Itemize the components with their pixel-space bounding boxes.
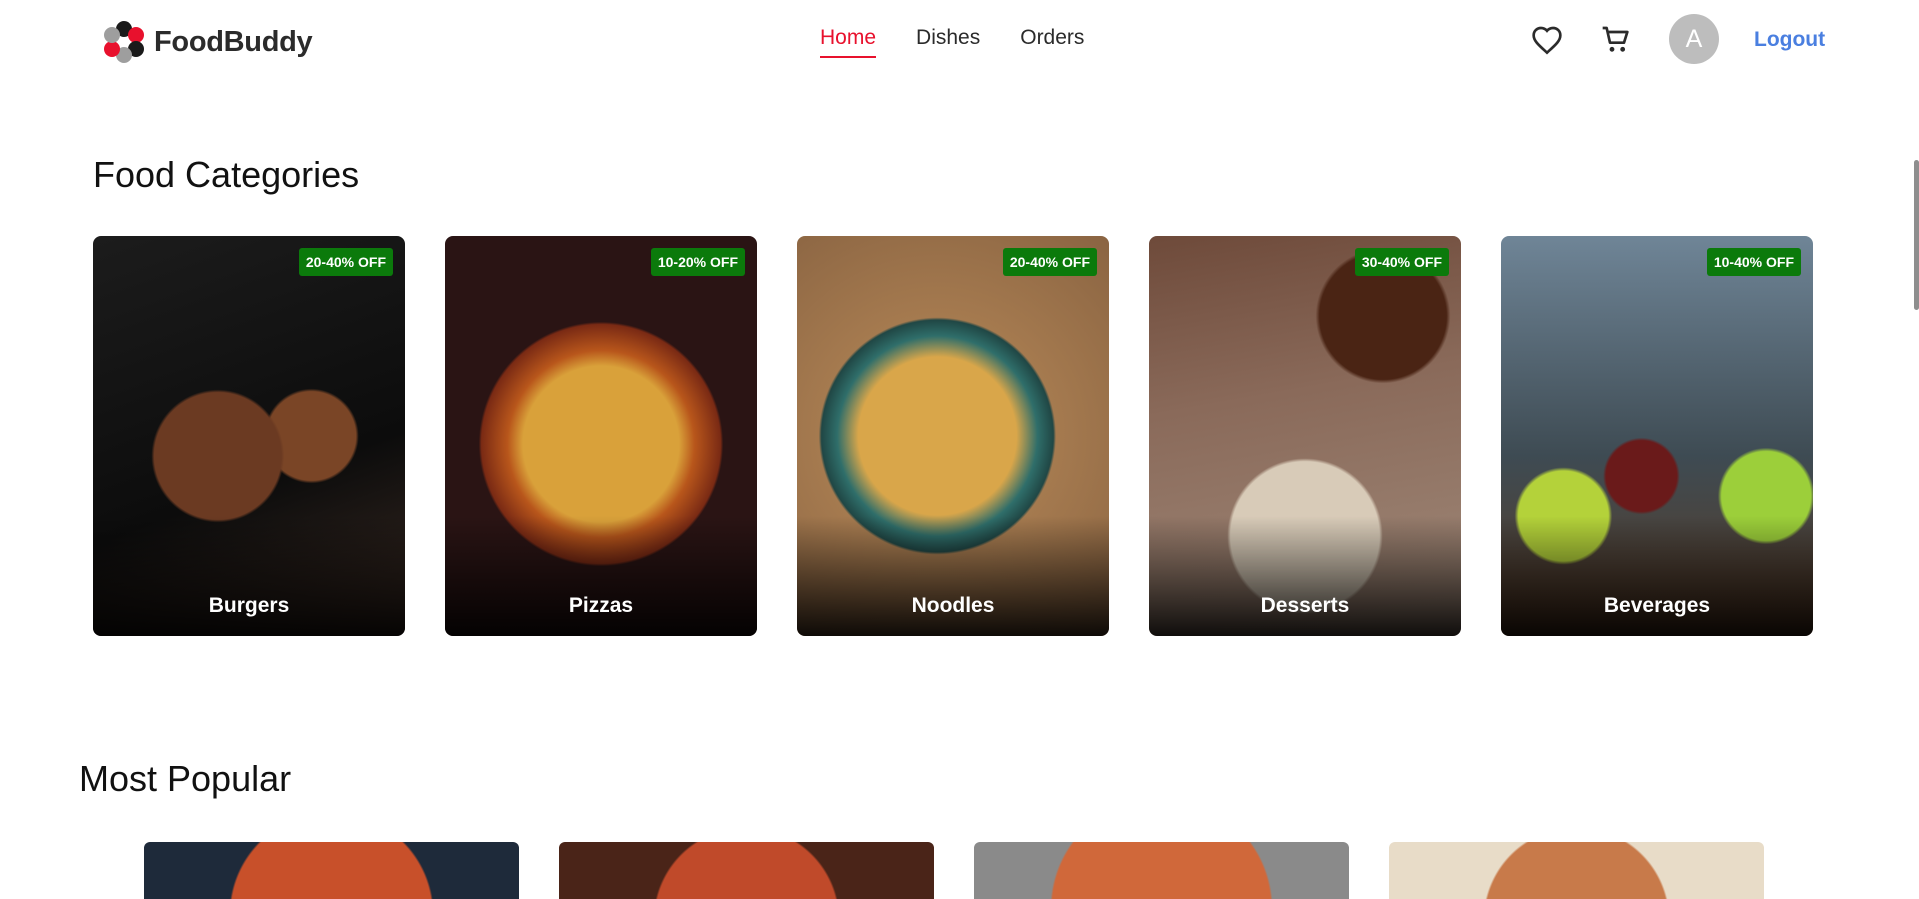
card-overlay <box>1501 516 1813 636</box>
category-card-pizzas[interactable]: 10-20% OFF Pizzas <box>445 236 757 636</box>
category-name: Beverages <box>1603 594 1711 617</box>
category-card-beverages[interactable]: 10-40% OFF Beverages <box>1501 236 1813 636</box>
category-card-desserts[interactable]: 30-40% OFF Desserts <box>1149 236 1461 636</box>
cart-icon <box>1602 26 1629 52</box>
nav-orders[interactable]: Orders <box>1020 26 1084 58</box>
most-popular-title: Most Popular <box>79 758 292 799</box>
category-name: Noodles <box>911 594 995 617</box>
popular-card[interactable] <box>974 842 1349 899</box>
popular-card[interactable] <box>144 842 519 899</box>
card-overlay <box>445 516 757 636</box>
top-navbar: FoodBuddy Home Dishes Orders A Logout <box>0 0 1919 82</box>
main-nav: Home Dishes Orders <box>820 26 1084 58</box>
popular-card[interactable] <box>559 842 934 899</box>
category-name: Pizzas <box>568 594 634 617</box>
discount-badge: 10-20% OFF <box>650 248 745 276</box>
nav-home[interactable]: Home <box>820 26 877 58</box>
discount-badge: 30-40% OFF <box>1354 248 1449 276</box>
brand-logo[interactable]: FoodBuddy <box>98 17 313 67</box>
logo-icon <box>104 21 144 63</box>
card-overlay <box>1149 516 1461 636</box>
popular-card[interactable] <box>1389 842 1764 899</box>
category-card-burgers[interactable]: 20-40% OFF Burgers <box>93 236 405 636</box>
discount-badge: 20-40% OFF <box>298 248 393 276</box>
discount-badge: 20-40% OFF <box>1002 248 1097 276</box>
discount-badge: 10-40% OFF <box>1706 248 1801 276</box>
heart-icon <box>1532 26 1562 55</box>
nav-dishes[interactable]: Dishes <box>916 26 980 58</box>
card-overlay <box>797 516 1109 636</box>
food-categories-title: Food Categories <box>93 154 360 195</box>
category-name: Desserts <box>1260 594 1350 617</box>
cart-button[interactable] <box>1598 22 1634 58</box>
category-list: 20-40% OFF Burgers 10-20% OFF Pizzas 20-… <box>93 236 1813 636</box>
card-overlay <box>93 516 405 636</box>
brand-name: FoodBuddy <box>154 25 313 58</box>
category-card-noodles[interactable]: 20-40% OFF Noodles <box>797 236 1109 636</box>
user-avatar[interactable]: A <box>1669 14 1719 64</box>
page-scrollbar[interactable] <box>1914 160 1919 310</box>
header-actions: A Logout <box>1499 14 1919 66</box>
category-name: Burgers <box>208 594 290 617</box>
logout-link[interactable]: Logout <box>1754 28 1825 52</box>
popular-list <box>144 842 1764 899</box>
wishlist-button[interactable] <box>1529 22 1565 58</box>
